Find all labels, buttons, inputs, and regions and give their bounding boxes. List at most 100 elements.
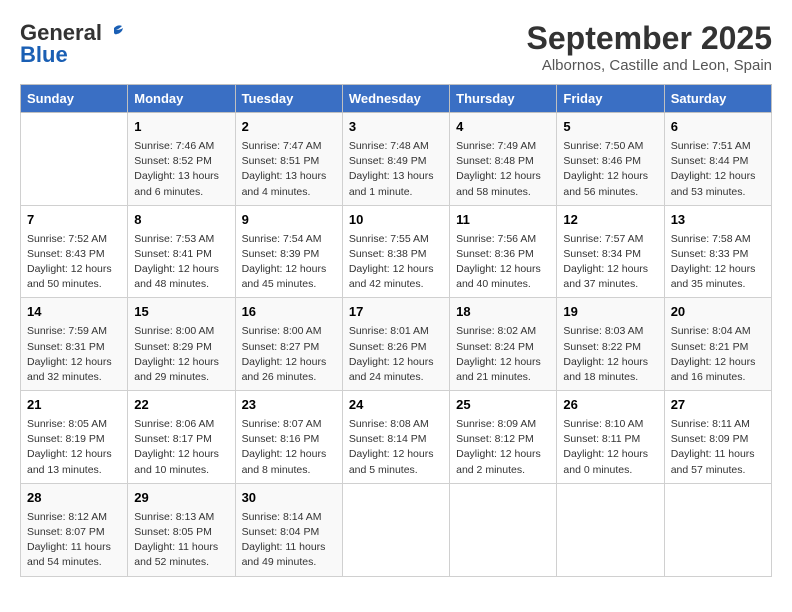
- calendar-cell-w3d4: 25 Sunrise: 8:09 AM Sunset: 8:12 PM Dayli…: [450, 391, 557, 484]
- day-number: 1: [134, 118, 228, 137]
- calendar-cell-w4d1: 29Sunrise: 8:13 AM Sunset: 8:05 PM Dayli…: [128, 483, 235, 576]
- calendar-cell-w0d5: 5 Sunrise: 7:50 AM Sunset: 8:46 PM Daylig…: [557, 113, 664, 206]
- day-info: Sunrise: 7:55 AM Sunset: 8:38 PM Dayligh…: [349, 232, 443, 293]
- day-info: Sunrise: 8:12 AM Sunset: 8:07 PM Dayligh…: [27, 510, 121, 571]
- day-number: 26: [563, 396, 657, 415]
- weekday-header-sunday: Sunday: [21, 85, 128, 113]
- calendar-cell-w1d6: 13 Sunrise: 7:58 AM Sunset: 8:33 PM Dayli…: [664, 205, 771, 298]
- day-number: 27: [671, 396, 765, 415]
- calendar-cell-w2d5: 19Sunrise: 8:03 AM Sunset: 8:22 PM Dayli…: [557, 298, 664, 391]
- calendar-cell-w1d5: 12Sunrise: 7:57 AM Sunset: 8:34 PM Dayli…: [557, 205, 664, 298]
- calendar-cell-w0d0: [21, 113, 128, 206]
- day-info: Sunrise: 7:50 AM Sunset: 8:46 PM Dayligh…: [563, 139, 657, 200]
- calendar-cell-w0d6: 6 Sunrise: 7:51 AM Sunset: 8:44 PM Daylig…: [664, 113, 771, 206]
- day-info: Sunrise: 7:48 AM Sunset: 8:49 PM Dayligh…: [349, 139, 443, 200]
- calendar-cell-w3d5: 26Sunrise: 8:10 AM Sunset: 8:11 PM Dayli…: [557, 391, 664, 484]
- day-info: Sunrise: 8:00 AM Sunset: 8:29 PM Dayligh…: [134, 324, 228, 385]
- day-number: 24: [349, 396, 443, 415]
- calendar-cell-w0d2: 2 Sunrise: 7:47 AM Sunset: 8:51 PM Daylig…: [235, 113, 342, 206]
- logo: General Blue: [20, 20, 126, 68]
- calendar-cell-w0d1: 1 Sunrise: 7:46 AM Sunset: 8:52 PM Daylig…: [128, 113, 235, 206]
- calendar-cell-w2d4: 18 Sunrise: 8:02 AM Sunset: 8:24 PM Dayli…: [450, 298, 557, 391]
- day-number: 19: [563, 303, 657, 322]
- day-info: Sunrise: 8:14 AM Sunset: 8:04 PM Dayligh…: [242, 510, 336, 571]
- day-number: 25: [456, 396, 550, 415]
- day-info: Sunrise: 7:49 AM Sunset: 8:48 PM Dayligh…: [456, 139, 550, 200]
- day-info: Sunrise: 7:56 AM Sunset: 8:36 PM Dayligh…: [456, 232, 550, 293]
- day-number: 5: [563, 118, 657, 137]
- day-info: Sunrise: 7:54 AM Sunset: 8:39 PM Dayligh…: [242, 232, 336, 293]
- day-number: 9: [242, 211, 336, 230]
- weekday-header-tuesday: Tuesday: [235, 85, 342, 113]
- weekday-header-saturday: Saturday: [664, 85, 771, 113]
- day-info: Sunrise: 8:07 AM Sunset: 8:16 PM Dayligh…: [242, 417, 336, 478]
- month-title: September 2025: [527, 20, 772, 57]
- calendar-cell-w3d2: 23 Sunrise: 8:07 AM Sunset: 8:16 PM Dayli…: [235, 391, 342, 484]
- calendar-cell-w4d4: [450, 483, 557, 576]
- calendar-cell-w1d4: 11 Sunrise: 7:56 AM Sunset: 8:36 PM Dayli…: [450, 205, 557, 298]
- day-number: 2: [242, 118, 336, 137]
- calendar-table: SundayMondayTuesdayWednesdayThursdayFrid…: [20, 84, 772, 577]
- day-number: 3: [349, 118, 443, 137]
- day-info: Sunrise: 8:01 AM Sunset: 8:26 PM Dayligh…: [349, 324, 443, 385]
- calendar-cell-w4d2: 30Sunrise: 8:14 AM Sunset: 8:04 PM Dayli…: [235, 483, 342, 576]
- day-number: 6: [671, 118, 765, 137]
- calendar-cell-w4d5: [557, 483, 664, 576]
- day-info: Sunrise: 8:05 AM Sunset: 8:19 PM Dayligh…: [27, 417, 121, 478]
- weekday-header-monday: Monday: [128, 85, 235, 113]
- page-header: General Blue September 2025 Albornos, Ca…: [20, 20, 772, 74]
- calendar-cell-w4d0: 28 Sunrise: 8:12 AM Sunset: 8:07 PM Dayli…: [21, 483, 128, 576]
- day-number: 22: [134, 396, 228, 415]
- day-info: Sunrise: 7:57 AM Sunset: 8:34 PM Dayligh…: [563, 232, 657, 293]
- day-number: 7: [27, 211, 121, 230]
- calendar-cell-w2d2: 16Sunrise: 8:00 AM Sunset: 8:27 PM Dayli…: [235, 298, 342, 391]
- day-number: 11: [456, 211, 550, 230]
- day-number: 21: [27, 396, 121, 415]
- calendar-cell-w3d3: 24 Sunrise: 8:08 AM Sunset: 8:14 PM Dayli…: [342, 391, 449, 484]
- calendar-cell-w4d3: [342, 483, 449, 576]
- calendar-cell-w2d3: 17 Sunrise: 8:01 AM Sunset: 8:26 PM Dayli…: [342, 298, 449, 391]
- day-number: 15: [134, 303, 228, 322]
- day-number: 16: [242, 303, 336, 322]
- calendar-cell-w3d1: 22 Sunrise: 8:06 AM Sunset: 8:17 PM Dayli…: [128, 391, 235, 484]
- calendar-cell-w2d1: 15 Sunrise: 8:00 AM Sunset: 8:29 PM Dayli…: [128, 298, 235, 391]
- calendar-cell-w3d0: 21 Sunrise: 8:05 AM Sunset: 8:19 PM Dayli…: [21, 391, 128, 484]
- calendar-cell-w2d6: 20Sunrise: 8:04 AM Sunset: 8:21 PM Dayli…: [664, 298, 771, 391]
- day-number: 8: [134, 211, 228, 230]
- day-info: Sunrise: 8:08 AM Sunset: 8:14 PM Dayligh…: [349, 417, 443, 478]
- calendar-cell-w1d1: 8 Sunrise: 7:53 AM Sunset: 8:41 PM Daylig…: [128, 205, 235, 298]
- calendar-cell-w4d6: [664, 483, 771, 576]
- calendar-cell-w0d4: 4 Sunrise: 7:49 AM Sunset: 8:48 PM Daylig…: [450, 113, 557, 206]
- calendar-cell-w1d0: 7Sunrise: 7:52 AM Sunset: 8:43 PM Daylig…: [21, 205, 128, 298]
- day-info: Sunrise: 7:59 AM Sunset: 8:31 PM Dayligh…: [27, 324, 121, 385]
- calendar-cell-w2d0: 14 Sunrise: 7:59 AM Sunset: 8:31 PM Dayli…: [21, 298, 128, 391]
- calendar-cell-w1d3: 10 Sunrise: 7:55 AM Sunset: 8:38 PM Dayli…: [342, 205, 449, 298]
- day-info: Sunrise: 8:09 AM Sunset: 8:12 PM Dayligh…: [456, 417, 550, 478]
- day-number: 17: [349, 303, 443, 322]
- title-block: September 2025 Albornos, Castille and Le…: [527, 20, 772, 74]
- day-number: 20: [671, 303, 765, 322]
- day-number: 14: [27, 303, 121, 322]
- calendar-cell-w0d3: 3 Sunrise: 7:48 AM Sunset: 8:49 PM Daylig…: [342, 113, 449, 206]
- day-number: 4: [456, 118, 550, 137]
- day-number: 13: [671, 211, 765, 230]
- location-subtitle: Albornos, Castille and Leon, Spain: [527, 57, 772, 74]
- day-number: 18: [456, 303, 550, 322]
- day-info: Sunrise: 8:06 AM Sunset: 8:17 PM Dayligh…: [134, 417, 228, 478]
- day-info: Sunrise: 8:11 AM Sunset: 8:09 PM Dayligh…: [671, 417, 765, 478]
- day-number: 23: [242, 396, 336, 415]
- day-info: Sunrise: 8:13 AM Sunset: 8:05 PM Dayligh…: [134, 510, 228, 571]
- logo-bird-icon: [104, 22, 126, 44]
- day-number: 10: [349, 211, 443, 230]
- day-info: Sunrise: 7:47 AM Sunset: 8:51 PM Dayligh…: [242, 139, 336, 200]
- day-info: Sunrise: 7:51 AM Sunset: 8:44 PM Dayligh…: [671, 139, 765, 200]
- weekday-header-friday: Friday: [557, 85, 664, 113]
- day-info: Sunrise: 7:53 AM Sunset: 8:41 PM Dayligh…: [134, 232, 228, 293]
- day-number: 28: [27, 489, 121, 508]
- weekday-header-wednesday: Wednesday: [342, 85, 449, 113]
- day-info: Sunrise: 8:02 AM Sunset: 8:24 PM Dayligh…: [456, 324, 550, 385]
- calendar-cell-w3d6: 27 Sunrise: 8:11 AM Sunset: 8:09 PM Dayli…: [664, 391, 771, 484]
- logo-blue: Blue: [20, 42, 68, 68]
- day-info: Sunrise: 7:46 AM Sunset: 8:52 PM Dayligh…: [134, 139, 228, 200]
- day-info: Sunrise: 7:58 AM Sunset: 8:33 PM Dayligh…: [671, 232, 765, 293]
